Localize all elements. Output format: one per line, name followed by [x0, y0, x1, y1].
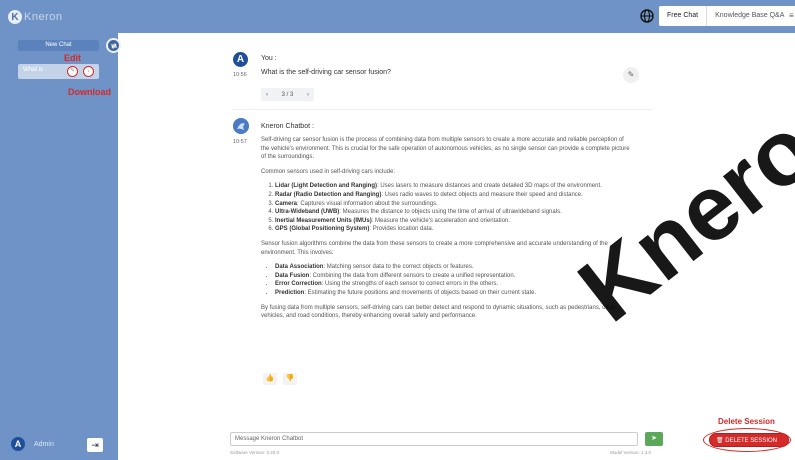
message-divider [232, 109, 652, 110]
send-icon: ➤ [651, 435, 657, 442]
thumbs-down-icon[interactable]: 👎 [283, 373, 297, 385]
user-name: Admin [34, 440, 54, 448]
collapse-sidebar-button[interactable] [106, 38, 121, 53]
logo-mark: K [8, 10, 22, 24]
response-pager: ‹ 3 / 3 › [261, 88, 314, 101]
avatar: A [11, 437, 25, 451]
delete-annotation: Delete Session [718, 417, 775, 426]
list-item: Data Association: Matching sensor data t… [275, 263, 631, 272]
sidebar [0, 33, 118, 460]
pager-text: 3 / 3 [281, 91, 294, 98]
send-button[interactable]: ➤ [645, 432, 663, 446]
new-chat-button[interactable]: New Chat [18, 40, 99, 51]
chatbot-label: Kneron Chatbot : [261, 123, 314, 130]
user-avatar: A [233, 52, 248, 67]
feedback-buttons: 👍 👎 [263, 373, 297, 385]
edit-icon[interactable]: ✎ [67, 66, 78, 77]
chatbot-avatar [233, 118, 249, 134]
download-annotation: Download [68, 87, 111, 97]
list-item: Radar (Radio Detection and Ranging): Use… [275, 191, 631, 200]
answer-intro: Self-driving car sensor fusion is the pr… [261, 137, 630, 161]
user-question: What is the self-driving car sensor fusi… [261, 69, 391, 76]
prev-response-button[interactable]: ‹ [266, 92, 268, 98]
app-logo: K Kneron [8, 8, 62, 26]
sensor-list: Lidar (Light Detection and Ranging): Use… [275, 182, 631, 234]
top-bar: K Kneron Free Chat Knowledge Base Q&A ≡ [0, 0, 795, 33]
chat-item-title: What is [23, 67, 44, 73]
message-time: 10:56 [233, 72, 247, 78]
next-response-button[interactable]: › [307, 92, 309, 98]
list-item: Lidar (Light Detection and Ranging): Use… [275, 182, 631, 191]
globe-icon[interactable] [640, 9, 654, 23]
software-version: Software Version: 0.20.0 [230, 450, 280, 455]
logout-icon: ⇥ [91, 440, 99, 450]
model-version: Model Version: 1.3.0 [610, 450, 652, 455]
list-item: Error Correction: Using the strengths of… [275, 280, 631, 289]
list-item: Ultra-Wideband (UWB): Measures the dista… [275, 208, 631, 217]
list-item: Camera: Captures visual information abou… [275, 200, 631, 209]
chat-history-item[interactable]: What is ✎ ↓ [18, 64, 99, 79]
logout-button[interactable]: ⇥ [87, 438, 103, 452]
edit-annotation: Edit [64, 53, 81, 63]
tab-knowledge-base[interactable]: Knowledge Base Q&A [707, 6, 792, 26]
list-item: Prediction: Estimating the future positi… [275, 289, 631, 298]
thumbs-up-icon[interactable]: 👍 [263, 373, 277, 385]
download-icon[interactable]: ↓ [83, 66, 94, 77]
logo-text: Kneron [24, 11, 63, 23]
sensors-intro: Common sensors used in self-driving cars… [261, 168, 396, 175]
user-label: You : [261, 55, 277, 62]
delete-highlight-ring [703, 428, 791, 452]
list-item: Data Fusion: Combining the data from dif… [275, 272, 631, 281]
mode-tabs: Free Chat Knowledge Base Q&A [659, 6, 793, 26]
message-time: 10:57 [233, 139, 247, 145]
pencil-icon: ✎ [627, 70, 635, 79]
chatbot-answer: Self-driving car sensor fusion is the pr… [261, 136, 631, 327]
step-list: Data Association: Matching sensor data t… [275, 263, 631, 297]
user-profile: A Admin [11, 437, 54, 451]
menu-button[interactable]: ≡ [786, 6, 795, 26]
answer-conclusion: By fusing data from multiple sensors, se… [261, 304, 616, 320]
list-item: Inertial Measurement Units (IMUs): Measu… [275, 217, 631, 226]
list-item: GPS (Global Positioning System): Provide… [275, 225, 631, 234]
edit-message-button[interactable]: ✎ [623, 67, 639, 83]
swap-arrows-icon [111, 43, 117, 49]
message-input[interactable]: Message Kneron Chatbot [230, 432, 638, 446]
fusion-intro: Sensor fusion algorithms combine the dat… [261, 240, 608, 256]
tab-free-chat[interactable]: Free Chat [659, 6, 708, 26]
